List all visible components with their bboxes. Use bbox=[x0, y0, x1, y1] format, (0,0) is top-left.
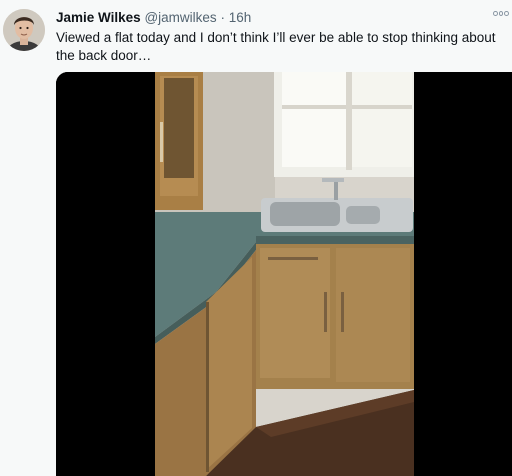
tweet-video[interactable] bbox=[56, 72, 512, 476]
author-handle[interactable]: @jamwilkes bbox=[144, 10, 216, 25]
timestamp[interactable]: 16h bbox=[229, 10, 252, 25]
separator-dot: · bbox=[220, 10, 225, 25]
more-options-icon[interactable] bbox=[493, 8, 510, 18]
author-name[interactable]: Jamie Wilkes bbox=[56, 10, 141, 25]
avatar[interactable] bbox=[3, 9, 45, 51]
video-frame bbox=[56, 72, 512, 476]
tweet-card[interactable]: Jamie Wilkes @jamwilkes · 16h Viewed a f… bbox=[0, 0, 512, 476]
tweet-text: Viewed a flat today and I don’t think I’… bbox=[56, 30, 496, 63]
avatar-image bbox=[3, 9, 45, 51]
tweet-header: Jamie Wilkes @jamwilkes · 16h bbox=[56, 10, 251, 26]
